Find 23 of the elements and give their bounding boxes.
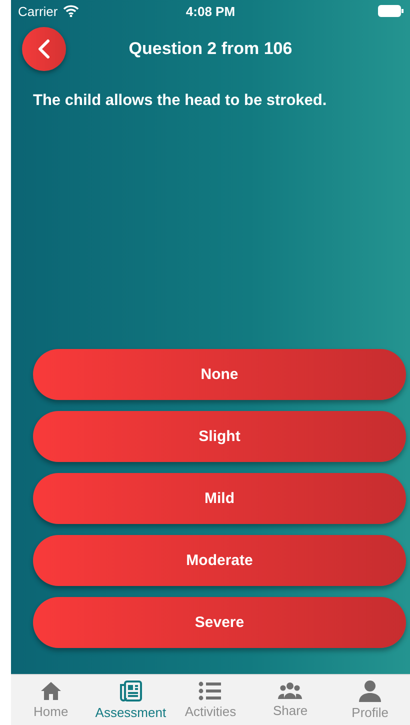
answer-button[interactable]: Slight: [33, 411, 406, 462]
status-time: 4:08 PM: [186, 4, 236, 18]
wifi-icon: [62, 5, 79, 17]
answer-button[interactable]: None: [33, 349, 406, 400]
newspaper-icon: [118, 680, 143, 702]
back-button[interactable]: [22, 27, 66, 71]
question-text: The child allows the head to be stroked.: [33, 92, 328, 110]
tab[interactable]: Home: [11, 675, 91, 725]
home-icon: [40, 681, 62, 701]
battery-icon: [378, 5, 404, 17]
group-icon: [278, 682, 302, 700]
tab[interactable]: Share: [250, 675, 330, 725]
carrier-label: Carrier: [18, 4, 58, 18]
answer-button[interactable]: Severe: [33, 597, 406, 648]
tab[interactable]: Assessment: [90, 675, 171, 725]
tab[interactable]: Profile: [330, 675, 410, 725]
tab[interactable]: Activities: [170, 675, 250, 725]
question-counter: Question 2 from 106: [128, 39, 292, 59]
answer-button[interactable]: Mild: [33, 473, 406, 524]
list-icon: [198, 681, 222, 701]
chevron-left-icon: [37, 39, 51, 59]
person-icon: [358, 680, 382, 702]
answer-button[interactable]: Moderate: [33, 535, 406, 586]
